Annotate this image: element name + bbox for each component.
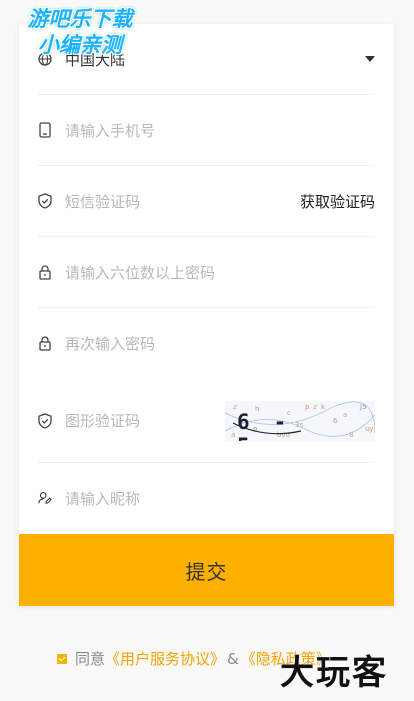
- captcha-code-text: 6-5=: [237, 409, 311, 441]
- shield-check-icon: [38, 412, 52, 429]
- chevron-down-icon[interactable]: [365, 56, 375, 62]
- agreement-prefix: 同意: [75, 650, 106, 668]
- watermark-top-line2: 小编亲测: [38, 33, 122, 57]
- lock-icon: [38, 335, 52, 351]
- captcha-input[interactable]: 图形验证码: [65, 410, 225, 431]
- confirm-password-input[interactable]: 再次输入密码: [65, 333, 375, 354]
- phone-field[interactable]: 请输入手机号: [38, 95, 375, 166]
- submit-button[interactable]: 提交: [19, 534, 394, 606]
- register-form-card: 中国大陆 请输入手机号 短信验证码 获取验证码 请输入六位数以上密码 再次输入密…: [19, 24, 394, 606]
- nickname-field[interactable]: 请输入昵称: [38, 463, 375, 533]
- captcha-image[interactable]: zhc pzk J5ap 3s6a uybvoh 8 6-5=: [225, 400, 375, 441]
- phone-input[interactable]: 请输入手机号: [65, 120, 375, 141]
- agreement-amp: &: [227, 649, 239, 668]
- password-field[interactable]: 请输入六位数以上密码: [38, 237, 375, 308]
- sms-code-field[interactable]: 短信验证码 获取验证码: [38, 166, 375, 237]
- confirm-password-field[interactable]: 再次输入密码: [38, 308, 375, 378]
- lock-icon: [38, 264, 52, 280]
- user-agreement-link[interactable]: 《用户服务协议》: [105, 648, 225, 669]
- nickname-input[interactable]: 请输入昵称: [65, 488, 375, 509]
- phone-icon: [38, 122, 52, 138]
- sms-code-input[interactable]: 短信验证码: [65, 191, 300, 212]
- captcha-field[interactable]: 图形验证码 zhc pzk J5ap 3s6a uybvoh 8 6-5=: [38, 379, 375, 463]
- user-edit-icon: [38, 490, 52, 506]
- password-input[interactable]: 请输入六位数以上密码: [65, 262, 375, 283]
- watermark-top-line1: 游吧乐下载: [27, 7, 133, 31]
- watermark-top: 游吧乐下载 小编亲测: [10, 6, 150, 64]
- get-code-button[interactable]: 获取验证码: [300, 191, 375, 212]
- watermark-bottom: 大玩客: [280, 653, 388, 693]
- svg-text:a: a: [231, 431, 235, 439]
- shield-check-icon: [38, 193, 52, 209]
- checkbox-checked-icon[interactable]: [57, 653, 67, 664]
